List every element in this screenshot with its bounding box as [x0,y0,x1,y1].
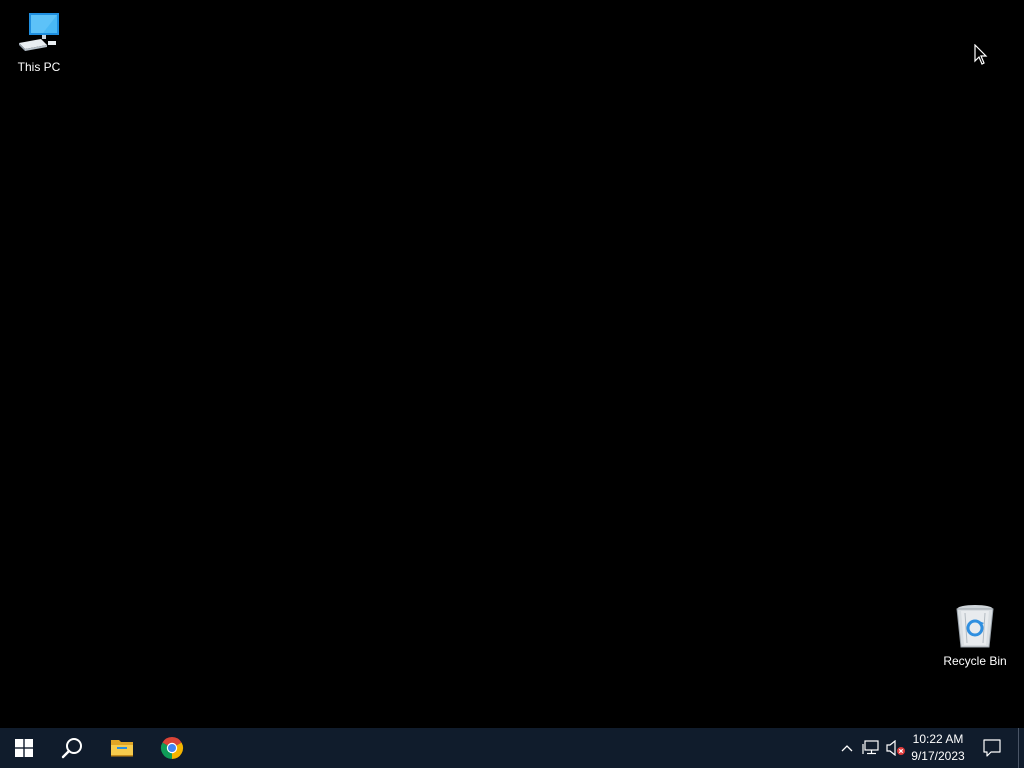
desktop-icon-recycle-bin[interactable]: Recycle Bin [937,603,1013,668]
computer-monitor-icon [15,9,63,57]
file-explorer-button[interactable] [98,728,146,768]
show-desktop-button[interactable] [1018,728,1024,768]
network-status-button[interactable] [860,728,882,768]
windows-start-icon [15,739,33,757]
action-center-icon [983,739,1001,757]
clock-time: 10:22 AM [912,732,964,746]
search-icon [61,738,82,759]
desktop[interactable]: This PC Recycle Bin [0,0,1024,728]
desktop-icon-label: This PC [17,60,61,74]
mouse-cursor-icon [974,44,988,65]
volume-muted-icon [886,740,905,756]
chrome-button[interactable] [148,728,196,768]
chrome-icon [160,737,184,759]
action-center-button[interactable] [978,728,1006,768]
start-button[interactable] [0,728,48,768]
show-hidden-icons-button[interactable] [836,728,858,768]
chevron-up-icon [841,745,853,752]
taskbar-clock[interactable]: 10:22 AM 9/17/2023 [906,728,970,768]
network-icon [862,740,879,755]
file-explorer-icon [111,740,133,757]
taskbar: 10:22 AM 9/17/2023 [0,728,1024,768]
search-button[interactable] [48,728,96,768]
clock-date: 9/17/2023 [911,749,965,763]
desktop-icon-this-pc[interactable]: This PC [1,9,77,74]
desktop-icon-label: Recycle Bin [943,654,1007,668]
recycle-bin-icon [951,603,999,651]
volume-button[interactable] [884,728,908,768]
